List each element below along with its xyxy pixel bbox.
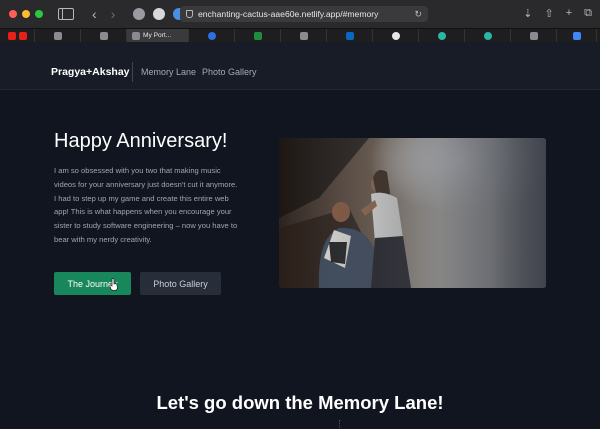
history-navigation: ‹ ›: [92, 6, 115, 22]
site-icon: [53, 31, 62, 40]
linkedin-icon: [345, 31, 354, 40]
tab[interactable]: [327, 28, 373, 43]
nav-link-memory-lane[interactable]: Memory Lane: [141, 67, 196, 77]
tab-title: My Port...: [143, 32, 172, 39]
tab[interactable]: [511, 28, 557, 43]
tab[interactable]: [557, 28, 597, 43]
hand-cursor-icon: [109, 278, 118, 291]
hero-description: I am so obsessed with you two that makin…: [54, 166, 238, 244]
toolbar-actions: ⇣ ⇧ + ⧉: [523, 7, 592, 20]
browser-toolbar: ‹ › enchanting-cactus-aae60e.netlify.app…: [0, 0, 600, 28]
tab[interactable]: [189, 28, 235, 43]
photo-gallery-button[interactable]: Photo Gallery: [140, 272, 221, 295]
download-icon[interactable]: ⇣: [523, 7, 532, 20]
tab-strip: My Port...: [0, 28, 600, 43]
site-brand[interactable]: Pragya+Akshay: [51, 66, 130, 78]
url-text[interactable]: enchanting-cactus-aae60e.netlify.app/#me…: [198, 9, 414, 19]
share-icon[interactable]: ⇧: [544, 7, 553, 20]
site-icon: [132, 31, 140, 40]
tab-my-portfolio[interactable]: My Port...: [127, 28, 189, 43]
site-navbar: Pragya+Akshay Memory Lane Photo Gallery: [0, 42, 600, 90]
site-icon: [99, 31, 108, 40]
web-page: Pragya+Akshay Memory Lane Photo Gallery …: [0, 42, 600, 429]
site-icon: [529, 31, 538, 40]
youtube-icon: [7, 31, 16, 40]
docs-icon: [572, 31, 581, 40]
nav-link-photo-gallery[interactable]: Photo Gallery: [202, 67, 257, 77]
back-icon[interactable]: ‹: [92, 6, 97, 22]
sidebar-toggle-icon[interactable]: [58, 8, 74, 20]
extension-icon[interactable]: [153, 8, 166, 20]
nav-divider: [132, 62, 133, 82]
extension-icons: [133, 8, 186, 20]
tab[interactable]: [281, 28, 327, 43]
tab[interactable]: [373, 28, 419, 43]
window-controls: [9, 10, 43, 18]
site-icon: [437, 31, 446, 40]
site-icon: [207, 31, 216, 40]
the-journey-button[interactable]: The Journey: [54, 272, 131, 295]
tab-overview-icon[interactable]: ⧉: [584, 7, 592, 20]
site-icon: [299, 31, 308, 40]
new-tab-icon[interactable]: +: [566, 7, 572, 20]
sheets-icon: [253, 31, 262, 40]
github-icon: [391, 31, 400, 40]
tab[interactable]: [465, 28, 511, 43]
tab[interactable]: [81, 28, 127, 43]
site-icon: [483, 31, 492, 40]
tab-youtube[interactable]: [0, 28, 35, 43]
zoom-window-button[interactable]: [35, 10, 43, 18]
minimize-window-button[interactable]: [22, 10, 30, 18]
address-bar[interactable]: enchanting-cactus-aae60e.netlify.app/#me…: [180, 6, 428, 22]
extension-icon[interactable]: [133, 8, 146, 20]
privacy-shield-icon[interactable]: [186, 10, 193, 18]
scroll-indicator: [339, 420, 340, 428]
tab[interactable]: [419, 28, 465, 43]
hero-title: Happy Anniversary!: [54, 130, 228, 152]
reload-icon[interactable]: ↻: [414, 9, 422, 20]
forward-icon[interactable]: ›: [111, 6, 116, 22]
close-window-button[interactable]: [9, 10, 17, 18]
tab[interactable]: [235, 28, 281, 43]
tab[interactable]: [35, 28, 81, 43]
memory-lane-heading: Let's go down the Memory Lane!: [156, 392, 444, 413]
youtube-icon: [18, 31, 27, 40]
couple-photo: [279, 138, 546, 288]
